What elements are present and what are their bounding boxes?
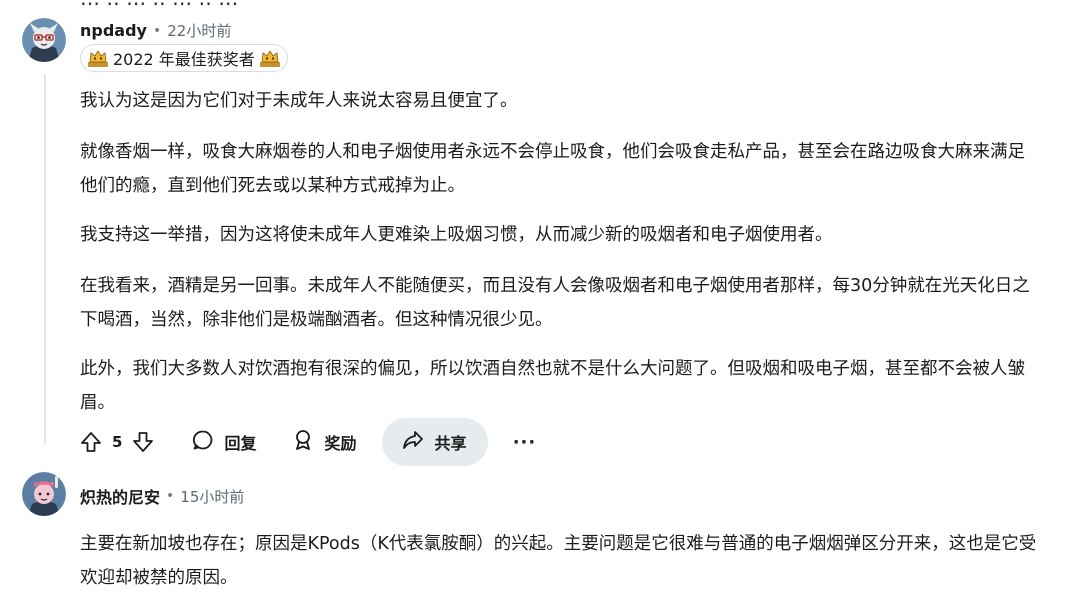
share-button[interactable]: 共享 <box>382 418 489 466</box>
trophy-cat-icon <box>257 47 283 69</box>
separator-dot: • <box>166 488 175 504</box>
vote-count: 5 <box>112 433 123 451</box>
thread-line[interactable] <box>44 74 46 444</box>
arrow-up-icon[interactable] <box>74 425 108 459</box>
clipped-previous-text: … ‥ … ‥ … ‥ … <box>80 0 238 10</box>
trophy-cat-icon <box>85 47 111 69</box>
comment-paragraph: 就像香烟一样，吸食大麻烟卷的人和电子烟使用者永远不会停止吸食，他们会吸食走私产品… <box>80 142 1025 196</box>
award-ribbon-icon <box>292 429 314 455</box>
comment-header: 炽热的尼安 • 15小时前 <box>80 484 244 508</box>
comment-paragraph: 主要在新加坡也存在；原因是KPods（K代表氯胺酮）的兴起。主要问题是它很难与普… <box>80 534 1037 588</box>
reply-label: 回复 <box>224 434 257 453</box>
timestamp[interactable]: 15小时前 <box>180 486 244 507</box>
vote-group: 5 <box>74 425 160 459</box>
avatar[interactable] <box>22 18 66 62</box>
arrow-down-icon[interactable] <box>126 425 160 459</box>
share-label: 共享 <box>434 434 467 453</box>
comment-thread: … ‥ … ‥ … ‥ … npdady • 22小时前 <box>0 0 1080 598</box>
user-flair: 2022 年最佳获奖者 <box>80 44 288 72</box>
speech-bubble-icon <box>192 429 214 455</box>
comment-paragraph: 我支持这一举措，因为这将使未成年人更难染上吸烟习惯，从而减少新的吸烟者和电子烟使… <box>80 225 833 245</box>
award-label: 奖励 <box>324 434 357 453</box>
separator-dot: • <box>152 22 162 39</box>
username[interactable]: npdady <box>80 21 147 40</box>
comment-action-bar: 5 回复 奖励 共享 ··· <box>74 418 544 466</box>
ellipsis-icon[interactable]: ··· <box>504 422 544 462</box>
share-arrow-icon <box>402 429 424 455</box>
award-button[interactable]: 奖励 <box>282 418 366 466</box>
comment-paragraph: 在我看来，酒精是另一回事。未成年人不能随便买，而且没有人会像吸烟者和电子烟使用者… <box>80 276 1030 330</box>
comment-header: npdady • 22小时前 <box>80 20 231 41</box>
timestamp[interactable]: 22小时前 <box>167 20 231 41</box>
username[interactable]: 炽热的尼安 <box>80 484 160 508</box>
reply-button[interactable]: 回复 <box>182 418 266 466</box>
comment-paragraph: 我认为这是因为它们对于未成年人来说太容易且便宜了。 <box>80 91 518 111</box>
comment-paragraph: 此外，我们大多数人对饮酒抱有很深的偏见，所以饮酒自然也就不是什么大问题了。但吸烟… <box>80 359 1025 413</box>
flair-label: 2022 年最佳获奖者 <box>113 50 255 69</box>
avatar[interactable] <box>22 472 66 516</box>
